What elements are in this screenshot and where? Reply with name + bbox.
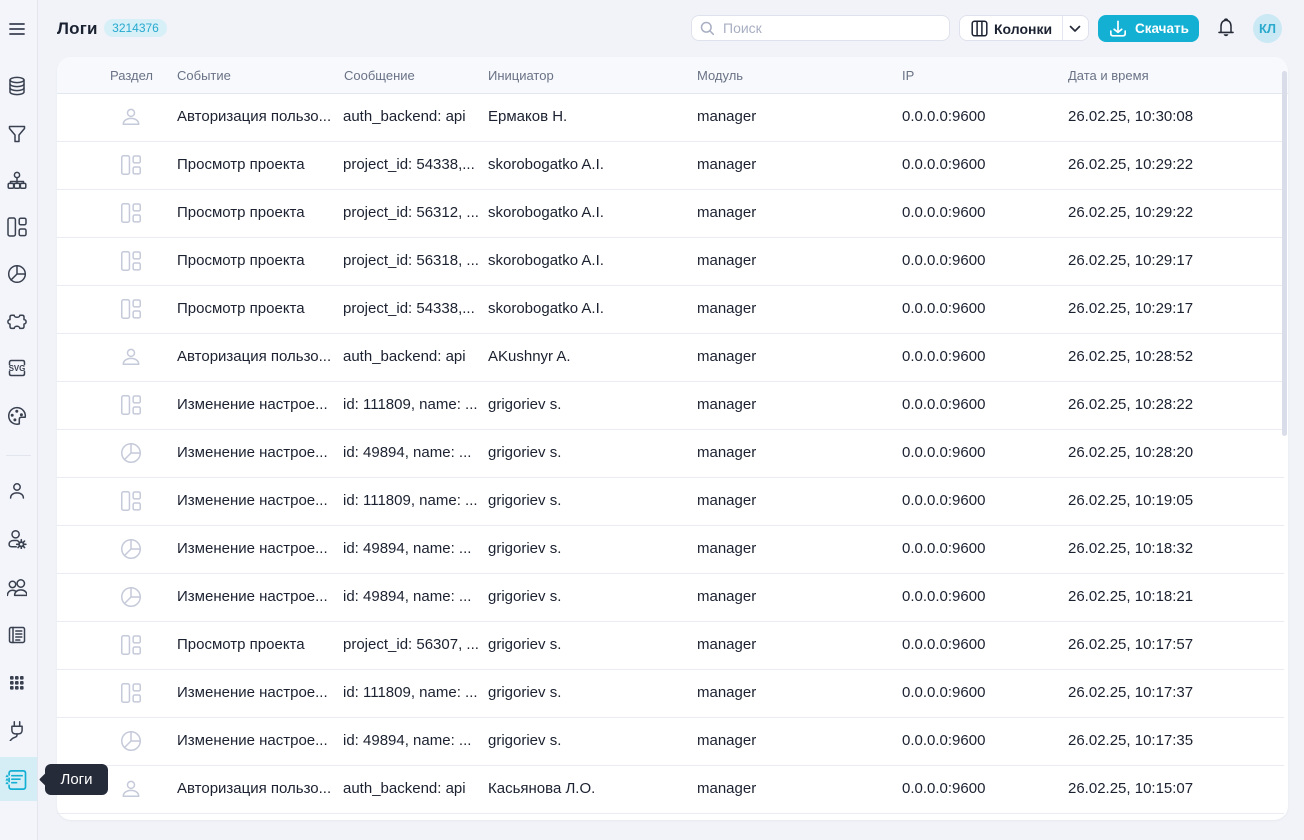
svg-text:SVG: SVG [9,363,26,373]
